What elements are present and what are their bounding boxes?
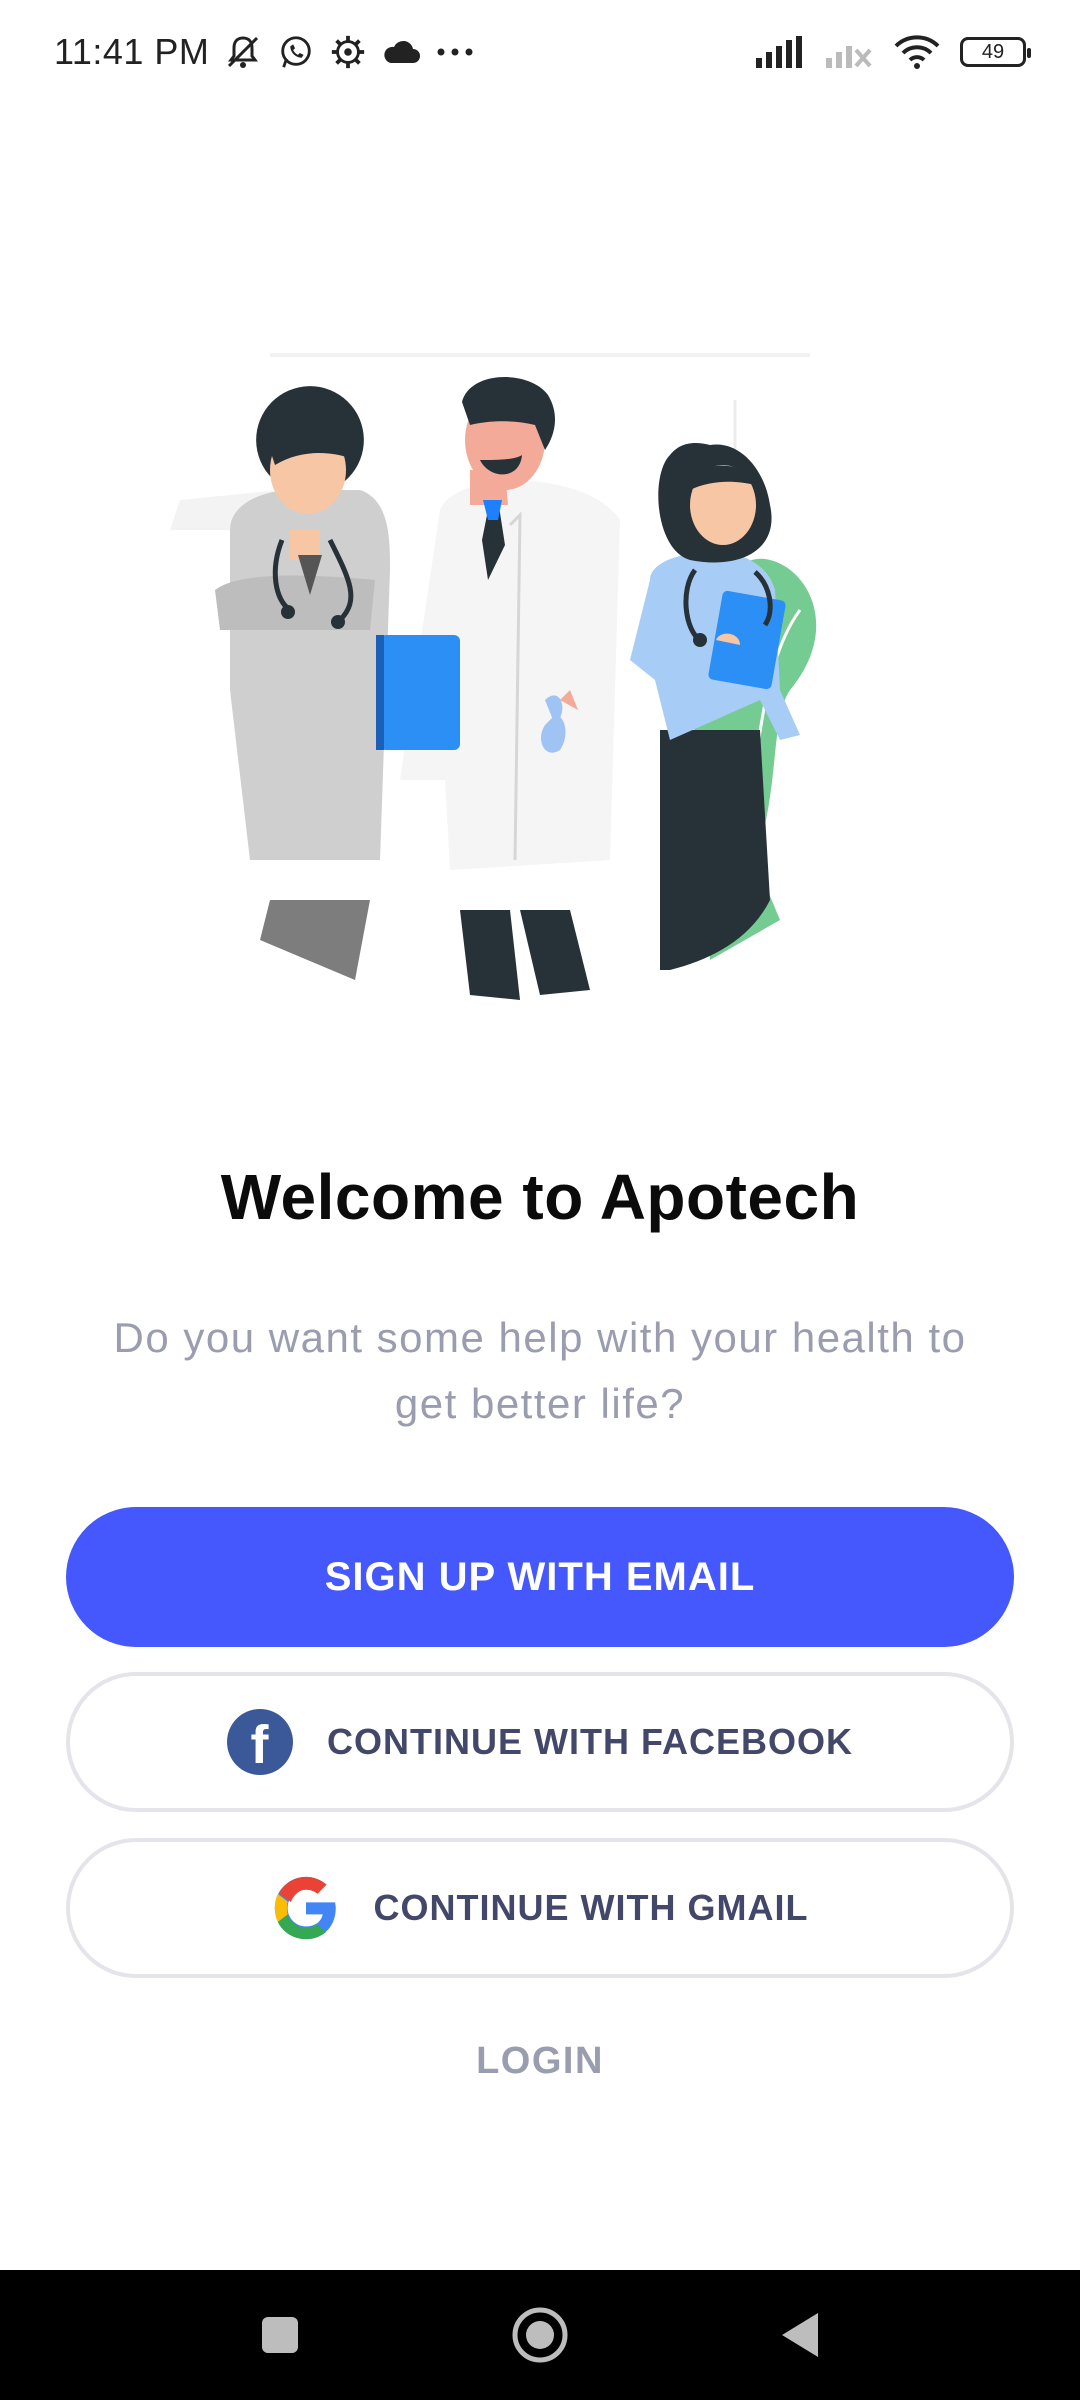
back-button[interactable] (760, 2295, 840, 2375)
continue-facebook-button[interactable]: f CONTINUE WITH FACEBOOK (66, 1672, 1014, 1812)
muted-icon (223, 32, 263, 72)
continue-facebook-label: CONTINUE WITH FACEBOOK (327, 1721, 853, 1762)
battery-icon: 49 (960, 37, 1031, 67)
signup-email-label: SIGN UP WITH EMAIL (324, 1554, 756, 1599)
doctor-right (630, 443, 800, 970)
doctors-illustration (150, 340, 930, 1020)
status-left: 11:41 PM (54, 31, 475, 73)
welcome-title: Welcome to Apotech (220, 1161, 860, 1233)
wifi-icon (894, 35, 940, 69)
welcome-subtitle: Do you want some help with your health t… (113, 1314, 967, 1427)
status-right: 49 (754, 35, 1031, 69)
more-dots-icon (435, 47, 475, 57)
signup-email-button[interactable]: SIGN UP WITH EMAIL (66, 1507, 1014, 1647)
cloud-icon (381, 37, 421, 67)
recents-button[interactable] (240, 2295, 320, 2375)
system-nav-bar (0, 2270, 1080, 2400)
home-button[interactable] (500, 2295, 580, 2375)
battery-level: 49 (981, 40, 1005, 63)
google-icon (272, 1874, 340, 1942)
whatsapp-icon (277, 33, 315, 71)
status-bar: 11:41 PM 49 (0, 0, 1080, 104)
facebook-icon: f (227, 1709, 293, 1775)
settings-gear-icon (329, 33, 367, 71)
continue-gmail-label: CONTINUE WITH GMAIL (373, 1887, 809, 1928)
status-time: 11:41 PM (54, 31, 210, 72)
doctor-center (376, 377, 620, 1000)
signal-no-sim-icon (824, 36, 874, 68)
signal-icon (754, 36, 804, 68)
login-link[interactable]: LOGIN (0, 2040, 1080, 2083)
continue-gmail-button[interactable]: CONTINUE WITH GMAIL (66, 1838, 1014, 1978)
doctor-left (215, 386, 390, 980)
